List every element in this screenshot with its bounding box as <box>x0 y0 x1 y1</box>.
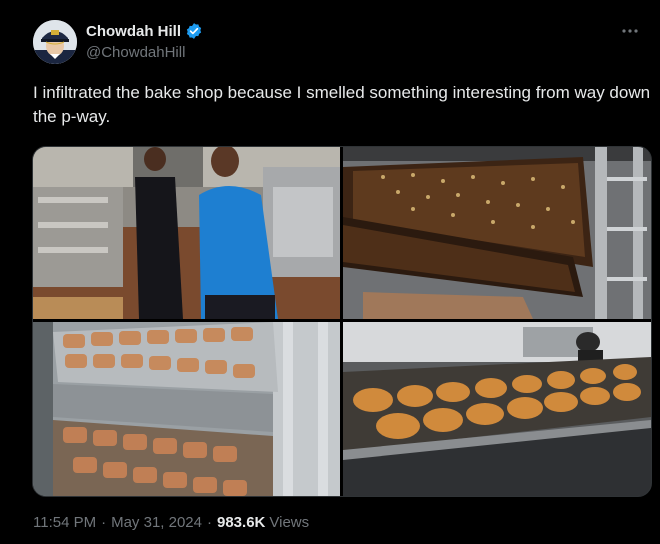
timestamp-date[interactable]: May 31, 2024 <box>111 514 202 531</box>
meta-separator: · <box>101 514 107 531</box>
avatar-captain-hat-icon <box>33 20 77 64</box>
views-label: Views <box>269 514 310 531</box>
views-count[interactable]: 983.6K <box>217 514 265 531</box>
tweet-text: I infiltrated the bake shop because I sm… <box>33 83 651 126</box>
media-grid <box>32 146 652 497</box>
tweet: Chowdah Hill @ChowdahHill I infiltrated … <box>0 0 660 544</box>
bakery-workers-photo[interactable] <box>33 147 340 319</box>
name-row: Chowdah Hill <box>86 22 203 40</box>
timestamp-time[interactable]: 11:54 PM <box>33 514 96 531</box>
tweet-meta: 11:54 PM · May 31, 2024 · 983.6K Views <box>33 514 309 531</box>
avatar[interactable] <box>33 20 77 64</box>
more-options-icon[interactable] <box>620 24 640 38</box>
display-name[interactable]: Chowdah Hill <box>86 23 181 40</box>
meta-separator: · <box>207 514 212 531</box>
muffin-trays-photo[interactable] <box>343 322 651 496</box>
handle[interactable]: @ChowdahHill <box>86 44 185 61</box>
sheet-pan-bars-photo[interactable] <box>343 147 651 319</box>
verified-badge-icon <box>185 22 203 40</box>
pastry-rack-photo[interactable] <box>33 322 340 496</box>
